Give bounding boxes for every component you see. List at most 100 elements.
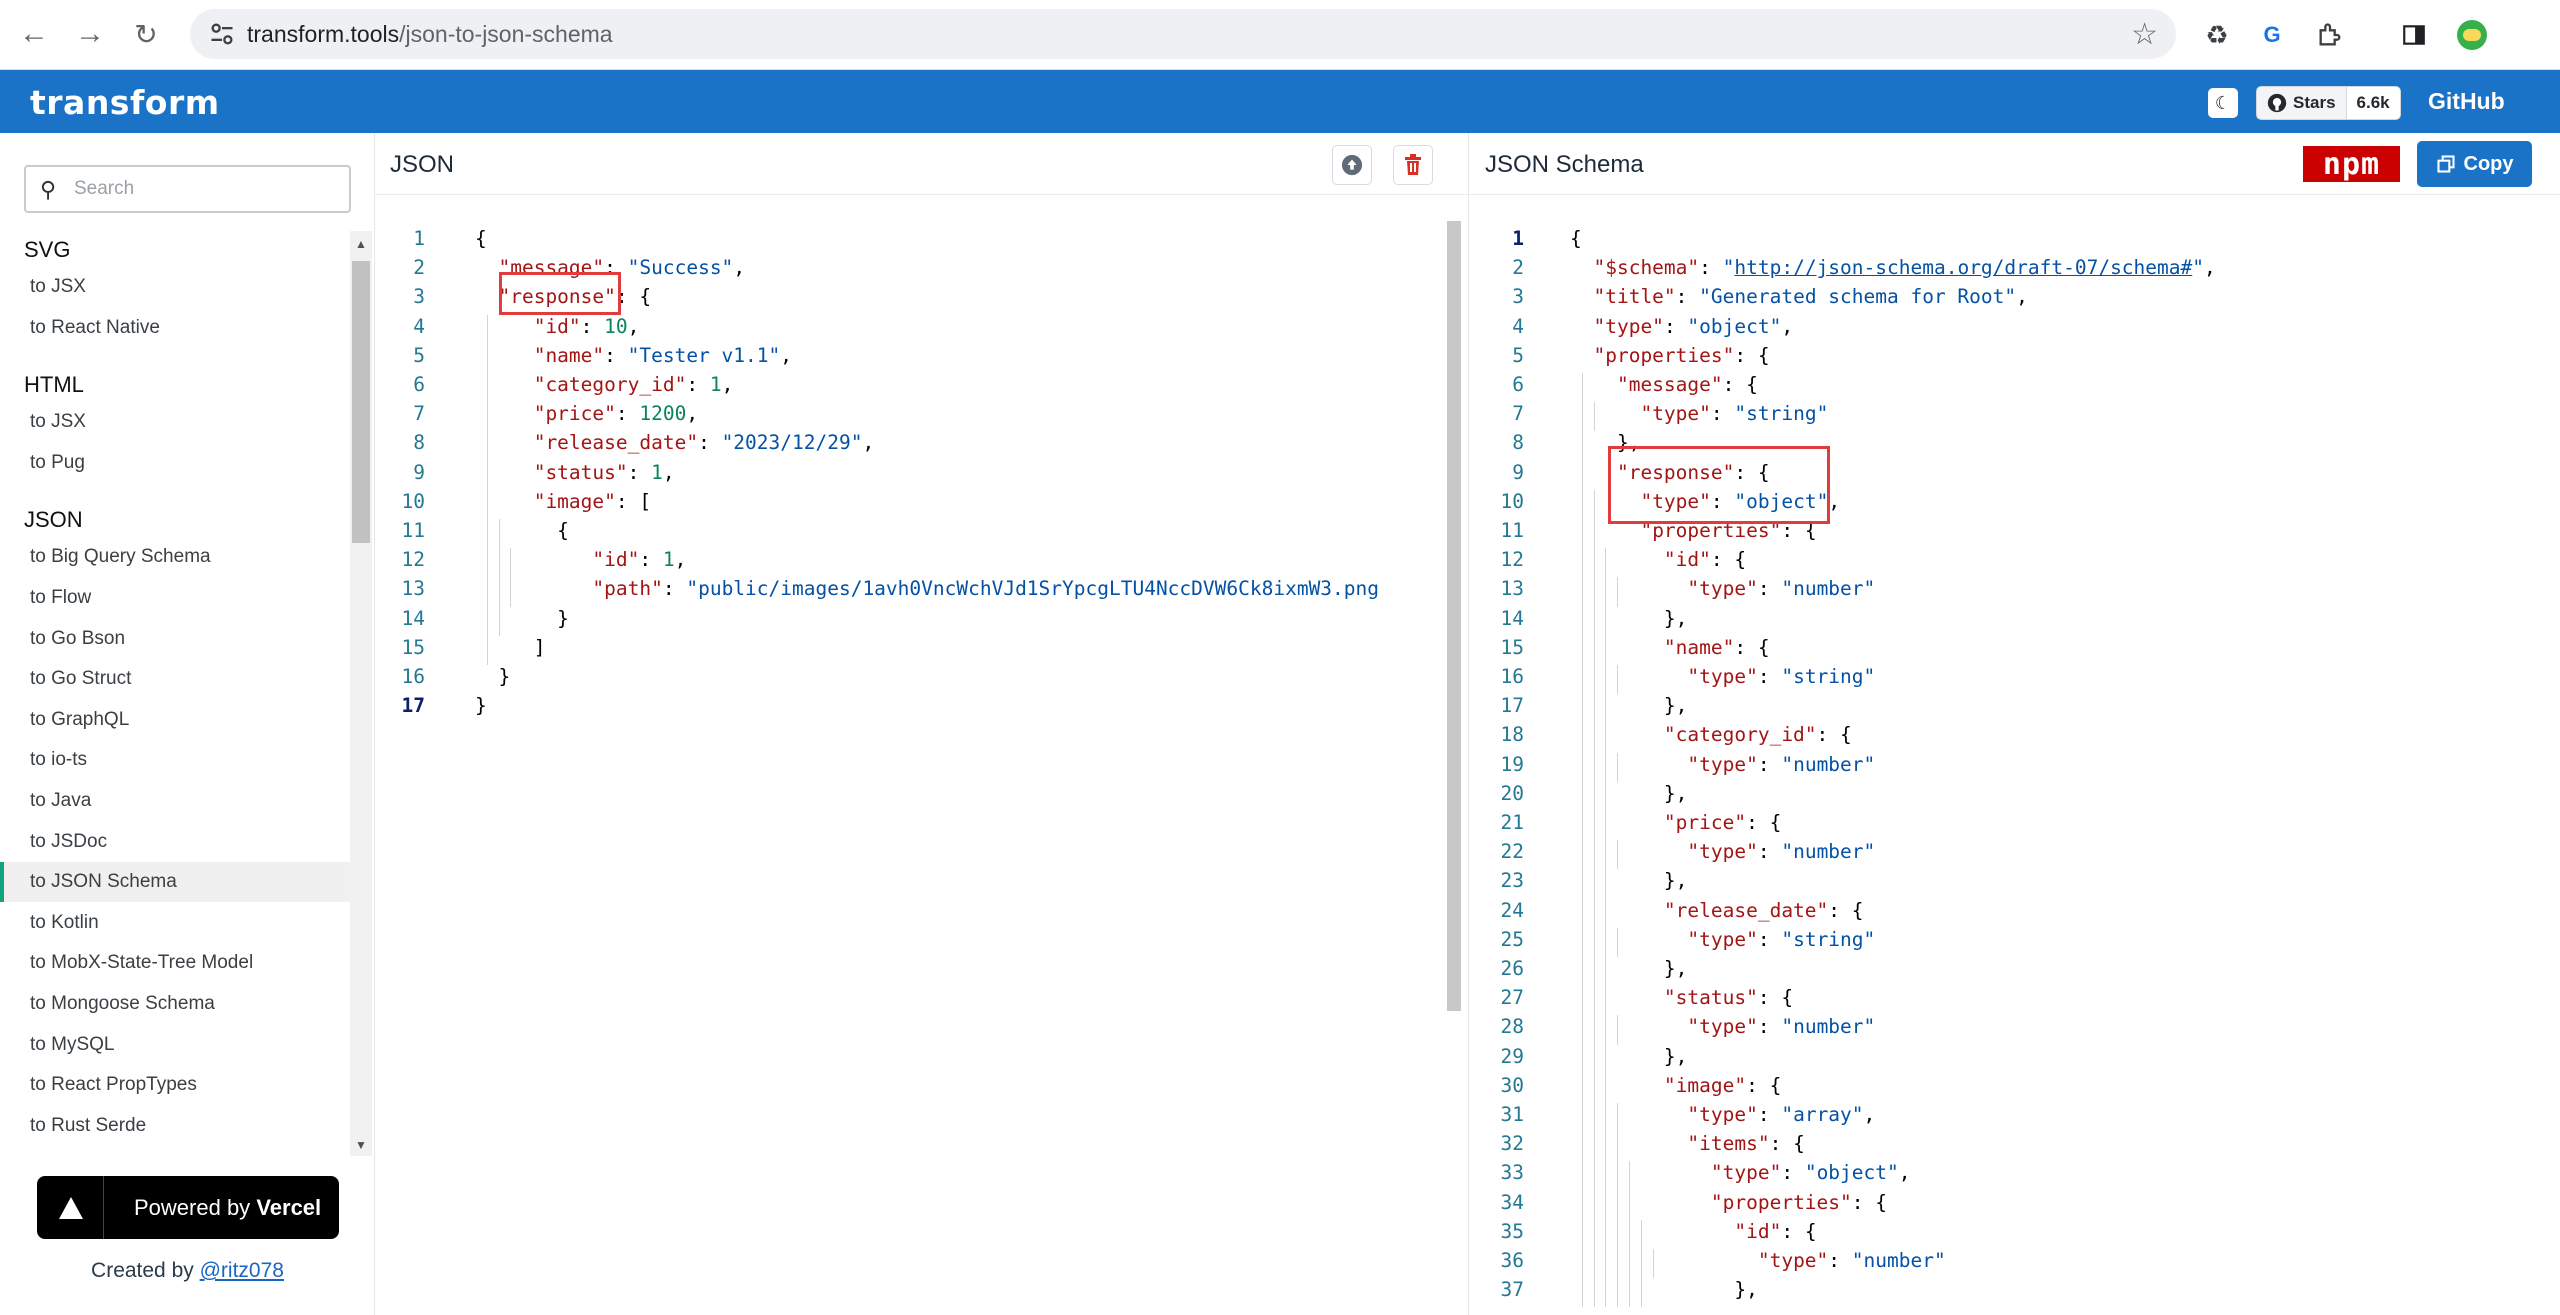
line-number: 16 — [401, 665, 425, 688]
code-line: "items": { — [1687, 1132, 1805, 1156]
sidebar-item[interactable]: to Pug — [0, 443, 350, 483]
author-link[interactable]: @ritz078 — [200, 1259, 284, 1282]
line-number: 16 — [1500, 665, 1524, 688]
json-editor-scrollbar[interactable] — [1447, 221, 1461, 1011]
code-line: } — [475, 606, 569, 630]
line-number: 17 — [401, 694, 425, 718]
line-number: 18 — [1500, 723, 1524, 747]
forward-icon[interactable]: → — [70, 14, 110, 54]
code-line: { — [1570, 227, 1582, 250]
code-line: "id": 1, — [592, 548, 687, 572]
code-line: }, — [1570, 869, 1688, 893]
line-number: 20 — [1500, 781, 1524, 805]
line-number: 21 — [1500, 811, 1524, 834]
recycle-extension-icon[interactable]: ♻ — [2199, 17, 2235, 53]
address-bar[interactable]: transform.tools/json-to-json-schema ☆ — [190, 9, 2176, 59]
line-number: 22 — [1500, 840, 1524, 864]
search-box[interactable]: ⚲ — [24, 165, 351, 213]
bookmark-star-icon[interactable]: ☆ — [2131, 17, 2158, 52]
app-header: transform ☾ Stars 6.6k GitHub — [0, 70, 2560, 133]
sidebar-section-html: HTML — [24, 372, 84, 398]
sidebar-item[interactable]: to Flow — [0, 578, 350, 618]
extensions-puzzle-icon[interactable] — [2312, 17, 2348, 53]
code-line: "category_id": 1, — [533, 373, 734, 396]
code-line: "id": { — [1734, 1219, 1817, 1243]
copy-label: Copy — [2463, 152, 2514, 175]
line-number: 14 — [1500, 606, 1524, 630]
line-number: 34 — [1500, 1190, 1524, 1214]
code-line: "price": { — [1663, 811, 1782, 834]
sidebar-item[interactable]: to JSDoc — [0, 822, 350, 862]
code-line: "$schema": "http://json-schema.org/draft… — [1593, 256, 2216, 280]
code-line: "type": "array", — [1687, 1103, 1876, 1126]
line-number: 30 — [1500, 1073, 1524, 1097]
highlight-box-response-schema — [1608, 446, 1830, 524]
line-number: 31 — [1500, 1103, 1524, 1126]
sidebar-item[interactable]: to Rust Serde — [0, 1106, 350, 1146]
browser-toolbar: ← → ↻ transform.tools/json-to-json-schem… — [0, 0, 2560, 70]
code-line: }, — [1570, 606, 1688, 630]
sidebar-item[interactable]: to Go Bson — [0, 619, 350, 659]
npm-logo[interactable]: npm — [2303, 146, 2400, 182]
reload-icon[interactable]: ↻ — [126, 14, 166, 54]
sidebar: ⚲ SVGto JSXto React NativeHTMLto JSXto P… — [0, 133, 375, 1315]
line-number: 5 — [413, 343, 425, 367]
schema-editor[interactable]: 1 {2 "$schema": "http://json-schema.org/d… — [1470, 221, 2560, 1315]
code-line: "category_id": { — [1663, 723, 1852, 747]
code-line: "type": "number" — [1687, 752, 1876, 776]
sidebar-item[interactable]: to Big Query Schema — [0, 537, 350, 577]
code-line: "status": 1, — [533, 460, 675, 484]
line-number: 14 — [401, 606, 425, 630]
github-link[interactable]: GitHub — [2428, 88, 2505, 115]
side-panel-icon[interactable] — [2396, 17, 2432, 53]
line-number: 3 — [1512, 285, 1524, 309]
sidebar-item[interactable]: to JSON Schema — [0, 862, 350, 903]
translate-extension-icon[interactable]: G — [2254, 17, 2290, 53]
search-icon: ⚲ — [40, 177, 57, 202]
sidebar-item[interactable]: to Kotlin — [0, 903, 350, 943]
sidebar-item[interactable]: to JSX — [0, 402, 350, 442]
sidebar-item[interactable]: to GraphQL — [0, 700, 350, 740]
line-number: 6 — [413, 373, 425, 396]
code-line: "type": "number" — [1687, 577, 1876, 601]
line-number: 7 — [413, 402, 425, 426]
search-input[interactable] — [74, 175, 334, 203]
code-line: "name": "Tester v1.1", — [533, 343, 793, 367]
line-number: 10 — [1500, 489, 1524, 513]
line-number: 1 — [1512, 227, 1524, 250]
line-number: 17 — [1500, 694, 1524, 718]
upload-button[interactable] — [1332, 145, 1372, 185]
trash-icon — [1405, 154, 1421, 175]
sidebar-item[interactable]: to MobX-State-Tree Model — [0, 943, 350, 983]
sidebar-item[interactable]: to JSX — [0, 267, 350, 307]
code-line: "path": "public/images/1avh0VncWchVJd1Sr… — [592, 577, 1380, 601]
code-line: "type": "number" — [1687, 1015, 1876, 1039]
copy-button[interactable]: Copy — [2417, 141, 2532, 187]
upload-arrow-icon — [1341, 154, 1363, 176]
stars-label: Stars — [2293, 93, 2336, 112]
github-stars-badge[interactable]: Stars 6.6k — [2256, 86, 2401, 120]
sidebar-item[interactable]: to MySQL — [0, 1025, 350, 1065]
scroll-down-arrow[interactable]: ▼ — [352, 1138, 370, 1152]
powered-by-vercel-button[interactable]: Powered by Vercel — [37, 1176, 339, 1239]
profile-avatar[interactable] — [2454, 17, 2490, 53]
line-number: 2 — [413, 256, 425, 280]
sidebar-item[interactable]: to React PropTypes — [0, 1065, 350, 1105]
code-line: }, — [1570, 781, 1688, 805]
code-line: }, — [1570, 1044, 1688, 1068]
code-line: "id": 10, — [533, 314, 640, 338]
json-editor[interactable]: 1{2 "message": "Success", 3 "response": {… — [375, 221, 1469, 1315]
sidebar-item[interactable]: to io-ts — [0, 740, 350, 780]
json-input-panel: JSON 1{2 "message": "Success", 3 "respons… — [375, 133, 1469, 1315]
back-icon[interactable]: ← — [14, 14, 54, 54]
sidebar-item[interactable]: to Go Struct — [0, 659, 350, 699]
clear-button[interactable] — [1393, 145, 1433, 185]
sidebar-item[interactable]: to React Native — [0, 308, 350, 348]
sidebar-item[interactable]: to Mongoose Schema — [0, 984, 350, 1024]
sidebar-item[interactable]: to Java — [0, 781, 350, 821]
moon-icon[interactable]: ☾ — [2208, 88, 2238, 118]
code-line: "status": { — [1663, 986, 1794, 1010]
logo[interactable]: transform — [30, 83, 220, 122]
code-line: } — [475, 665, 511, 688]
site-info-icon[interactable] — [208, 20, 236, 48]
